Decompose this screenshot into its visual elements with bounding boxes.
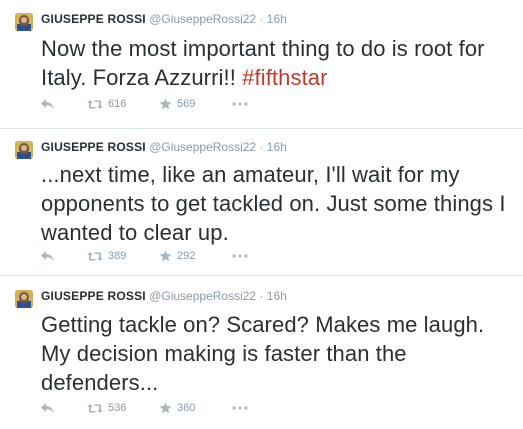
author-handle[interactable]: @GiuseppeRossi22 [149, 12, 256, 26]
hashtag-link[interactable]: #fifthstar [242, 65, 327, 90]
more-button[interactable] [232, 248, 248, 264]
timestamp[interactable]: 16h [267, 12, 287, 26]
tweet-text: Now the most important thing to do is ro… [41, 34, 511, 92]
favorite-count: 292 [177, 250, 196, 262]
more-button[interactable] [232, 400, 248, 416]
tweet-body: Getting tackle on? Scared? Makes me laug… [41, 312, 485, 395]
tweet-header: GIUSEPPE ROSSI @GiuseppeRossi22 · 16h [41, 139, 287, 155]
avatar[interactable] [15, 290, 33, 308]
favorite-button[interactable]: 360 [159, 400, 195, 416]
timestamp[interactable]: 16h [267, 289, 287, 303]
star-icon [159, 402, 172, 414]
timestamp[interactable]: 16h [267, 140, 287, 154]
separator: · [259, 12, 264, 26]
star-icon [159, 98, 172, 110]
avatar[interactable] [15, 13, 33, 31]
star-icon [159, 250, 172, 262]
favorite-button[interactable]: 569 [159, 96, 195, 112]
avatar[interactable] [15, 141, 33, 159]
retweet-count: 389 [108, 250, 127, 262]
author-handle[interactable]: @GiuseppeRossi22 [149, 140, 256, 154]
favorite-button[interactable]: 292 [159, 248, 195, 264]
retweet-icon [87, 251, 103, 261]
tweet-text: ...next time, like an amateur, I'll wait… [41, 160, 511, 247]
tweet-header: GIUSEPPE ROSSI @GiuseppeRossi22 · 16h [41, 288, 287, 304]
favorite-count: 569 [177, 98, 196, 110]
more-icon [232, 406, 248, 410]
author-handle[interactable]: @GiuseppeRossi22 [149, 289, 256, 303]
reply-button[interactable] [41, 96, 54, 112]
tweet[interactable]: GIUSEPPE ROSSI @GiuseppeRossi22 · 16h Ge… [0, 276, 523, 429]
tweet[interactable]: GIUSEPPE ROSSI @GiuseppeRossi22 · 16h ..… [0, 129, 523, 276]
retweet-count: 616 [108, 98, 127, 110]
tweet-text: Getting tackle on? Scared? Makes me laug… [41, 310, 511, 397]
retweet-count: 536 [108, 402, 127, 414]
favorite-count: 360 [177, 402, 196, 414]
reply-button[interactable] [41, 248, 54, 264]
tweet-header: GIUSEPPE ROSSI @GiuseppeRossi22 · 16h [41, 11, 287, 27]
tweet[interactable]: GIUSEPPE ROSSI @GiuseppeRossi22 · 16h No… [0, 0, 523, 129]
retweet-button[interactable]: 389 [87, 248, 126, 264]
separator: · [259, 140, 264, 154]
retweet-button[interactable]: 616 [87, 96, 126, 112]
retweet-button[interactable]: 536 [87, 400, 126, 416]
reply-button[interactable] [41, 400, 54, 416]
author-name[interactable]: GIUSEPPE ROSSI [41, 12, 146, 26]
more-button[interactable] [232, 96, 248, 112]
more-icon [232, 102, 248, 106]
tweet-body: ...next time, like an amateur, I'll wait… [41, 162, 506, 245]
author-name[interactable]: GIUSEPPE ROSSI [41, 289, 146, 303]
more-icon [232, 254, 248, 258]
reply-icon [41, 98, 54, 109]
reply-icon [41, 402, 54, 413]
author-name[interactable]: GIUSEPPE ROSSI [41, 140, 146, 154]
separator: · [259, 289, 264, 303]
retweet-icon [87, 403, 103, 413]
reply-icon [41, 250, 54, 261]
retweet-icon [87, 99, 103, 109]
